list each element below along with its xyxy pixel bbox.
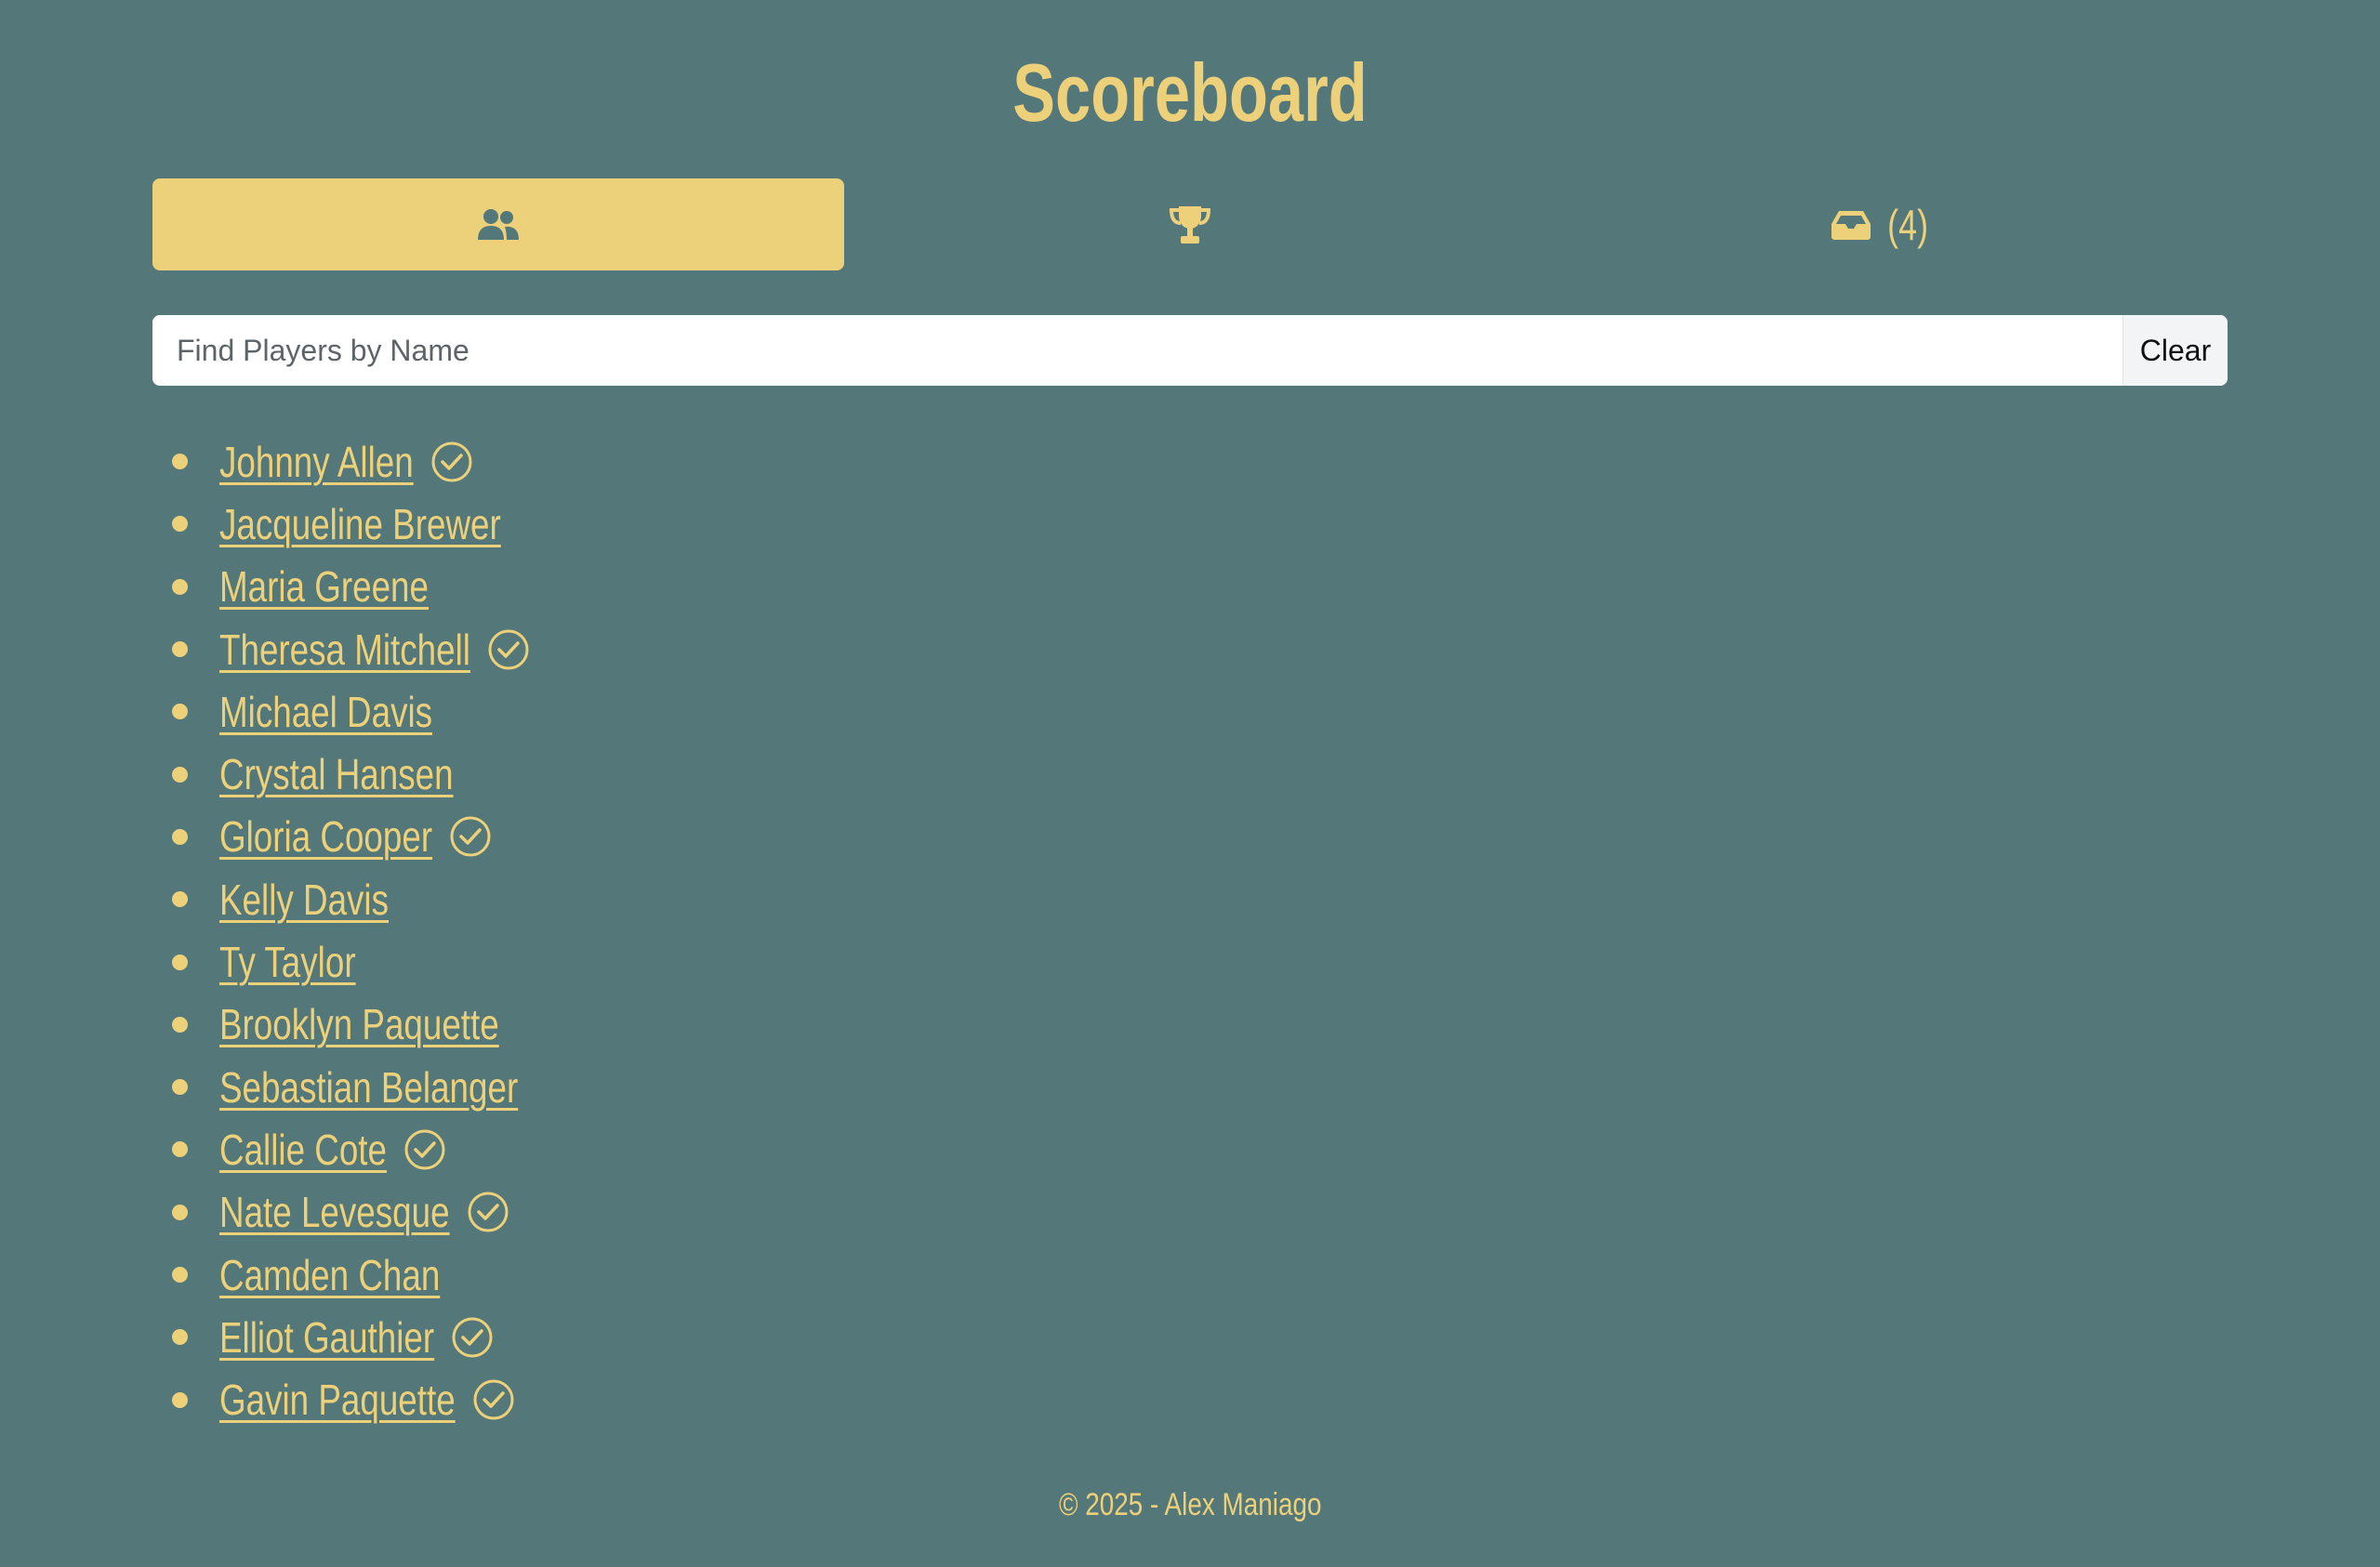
trophy-icon — [1169, 205, 1211, 244]
player-item: Nate Levesque — [167, 1181, 593, 1244]
player-item: Crystal Hansen — [167, 743, 593, 805]
bullet-icon — [172, 1079, 188, 1096]
player-link[interactable]: Sebastian Belanger — [219, 1062, 518, 1113]
bullet-icon — [172, 766, 188, 783]
player-item: Brooklyn Paquette — [167, 994, 593, 1056]
bullet-icon — [172, 516, 188, 533]
search-input[interactable] — [152, 315, 2122, 386]
player-item: Gloria Cooper — [167, 806, 593, 868]
check-circle-icon — [431, 441, 472, 482]
clear-button[interactable]: Clear — [2122, 315, 2228, 386]
tab-bar: (4) — [152, 178, 2228, 270]
bullet-icon — [172, 954, 188, 970]
bullet-icon — [172, 891, 188, 908]
player-item: Kelly Davis — [167, 868, 593, 930]
tab-leaderboard[interactable] — [844, 178, 1536, 270]
search-bar: Clear — [152, 315, 2228, 386]
check-circle-icon — [404, 1129, 445, 1170]
inbox-icon — [1831, 210, 1871, 240]
player-item: Callie Cote — [167, 1118, 593, 1180]
check-circle-icon — [452, 1317, 493, 1358]
player-link[interactable]: Gloria Cooper — [219, 811, 432, 862]
player-link[interactable]: Maria Greene — [219, 561, 429, 612]
check-circle-icon — [450, 816, 491, 857]
player-link[interactable]: Nate Levesque — [219, 1187, 450, 1237]
bullet-icon — [172, 1391, 188, 1408]
player-link[interactable]: Callie Cote — [219, 1125, 387, 1175]
check-circle-icon — [488, 629, 529, 670]
bullet-icon — [172, 1141, 188, 1158]
bullet-icon — [172, 578, 188, 595]
player-link[interactable]: Brooklyn Paquette — [219, 999, 499, 1049]
tab-players[interactable] — [152, 178, 844, 270]
player-item: Jacqueline Brewer — [167, 493, 593, 555]
player-item: Elliot Gauthier — [167, 1306, 593, 1368]
bullet-icon — [172, 828, 188, 845]
player-link[interactable]: Jacqueline Brewer — [219, 499, 501, 549]
player-list: Johnny Allen Jacqueline Brewer Maria Green… — [167, 430, 593, 1431]
player-link[interactable]: Camden Chan — [219, 1250, 440, 1300]
bullet-icon — [172, 704, 188, 720]
player-item: Sebastian Belanger — [167, 1056, 593, 1118]
player-link[interactable]: Theresa Mitchell — [219, 625, 470, 675]
player-item: Michael Davis — [167, 680, 593, 743]
bullet-icon — [172, 1267, 188, 1283]
player-link[interactable]: Johnny Allen — [219, 437, 414, 487]
check-circle-icon — [473, 1379, 514, 1420]
player-item: Ty Taylor — [167, 930, 593, 993]
bullet-icon — [172, 454, 188, 470]
bullet-icon — [172, 1329, 188, 1346]
page-title: Scoreboard — [1012, 46, 1368, 138]
tab-inbox[interactable]: (4) — [1536, 178, 2228, 270]
player-link[interactable]: Ty Taylor — [219, 937, 356, 987]
player-item: Theresa Mitchell — [167, 618, 593, 680]
inbox-count: (4) — [1887, 200, 1928, 249]
footer-text: © 2025 - Alex Maniago — [1058, 1487, 1322, 1522]
player-item: Maria Greene — [167, 556, 593, 618]
player-link[interactable]: Kelly Davis — [219, 875, 389, 925]
bullet-icon — [172, 1016, 188, 1033]
users-icon — [478, 208, 519, 240]
player-link[interactable]: Crystal Hansen — [219, 749, 454, 799]
player-item: Johnny Allen — [167, 430, 593, 493]
player-item: Gavin Paquette — [167, 1368, 593, 1430]
player-link[interactable]: Elliot Gauthier — [219, 1312, 434, 1363]
bullet-icon — [172, 641, 188, 658]
check-circle-icon — [468, 1192, 509, 1232]
bullet-icon — [172, 1204, 188, 1220]
footer: © 2025 - Alex Maniago — [0, 1487, 2380, 1523]
player-item: Camden Chan — [167, 1244, 593, 1306]
player-link[interactable]: Gavin Paquette — [219, 1375, 456, 1425]
player-link[interactable]: Michael Davis — [219, 687, 432, 737]
